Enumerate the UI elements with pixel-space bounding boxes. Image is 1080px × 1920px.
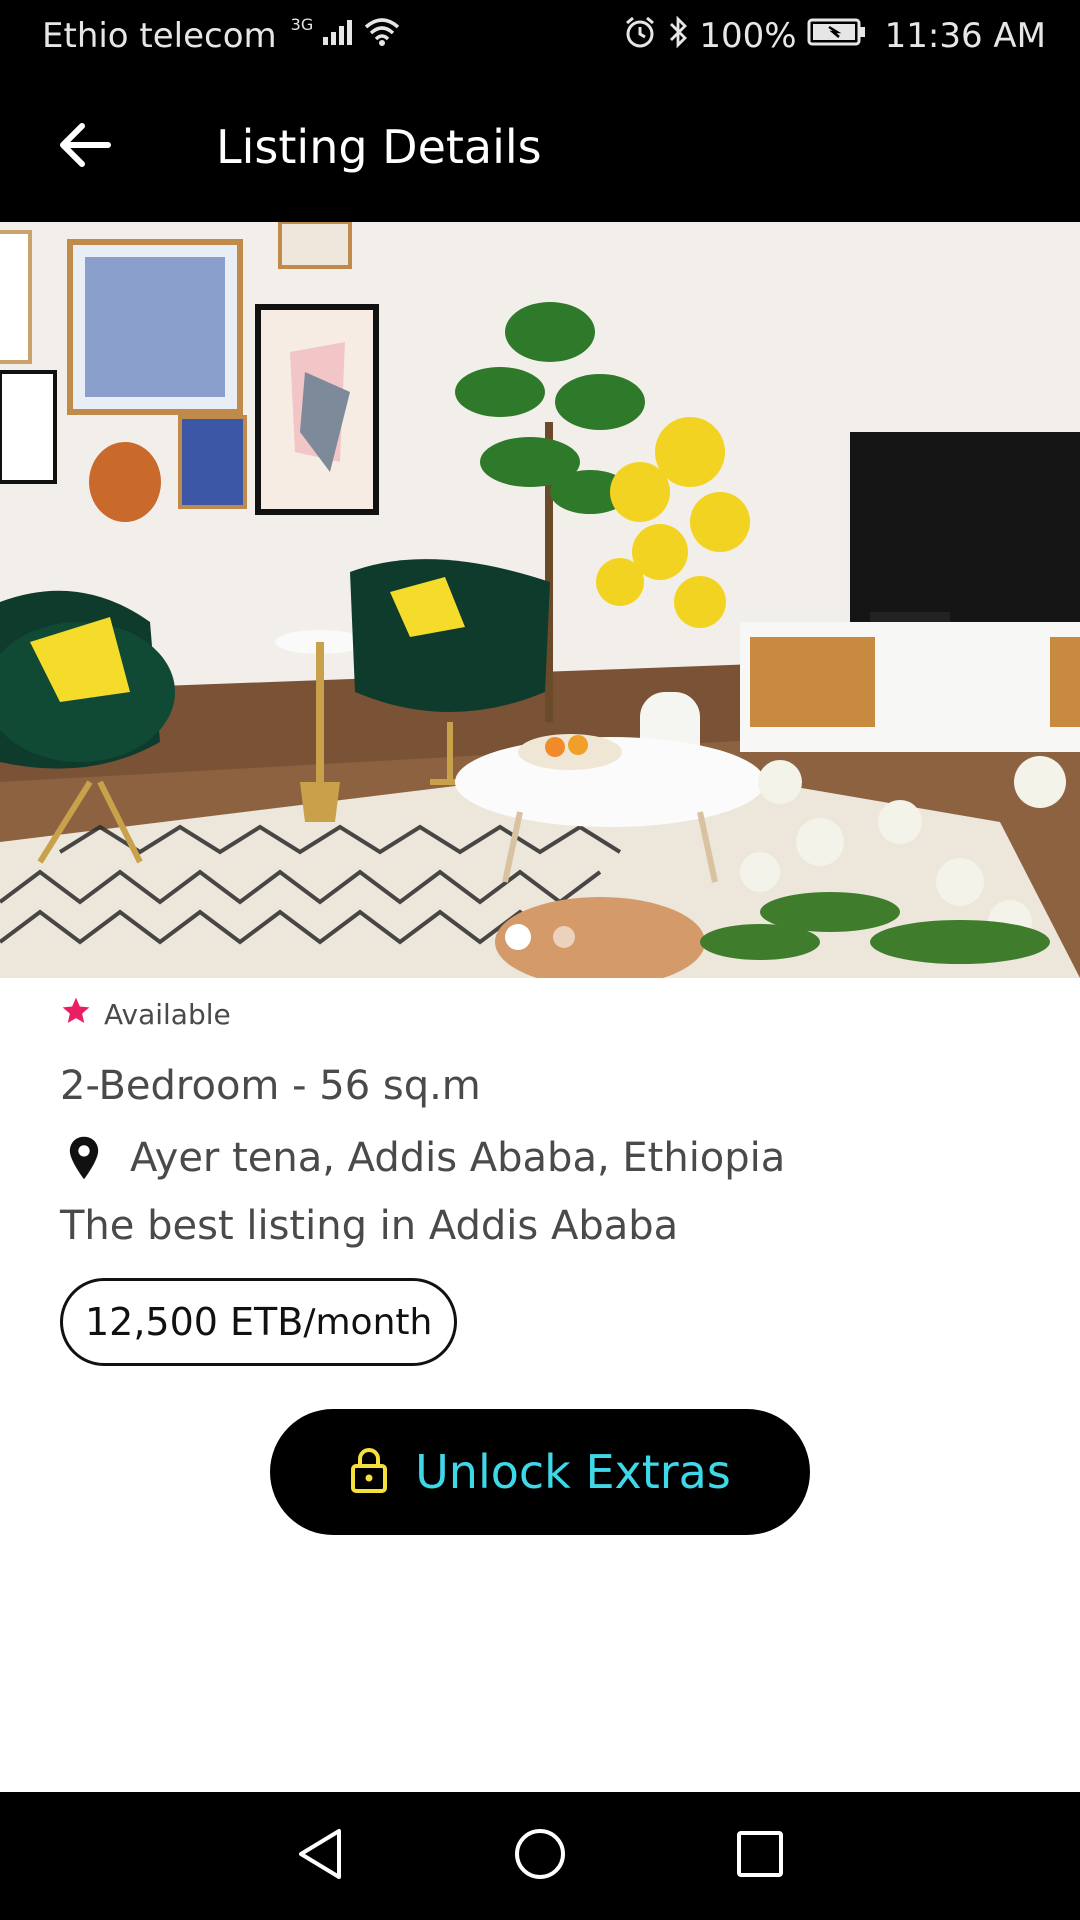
carousel-pager xyxy=(0,924,1080,950)
unlock-extras-label: Unlock Extras xyxy=(415,1445,731,1499)
battery-icon xyxy=(807,16,867,56)
listing-details: Available 2-Bedroom - 56 sq.m Ayer tena,… xyxy=(60,990,1020,1366)
recents-square-icon xyxy=(735,1829,785,1883)
listing-title: 2-Bedroom - 56 sq.m xyxy=(60,1063,481,1109)
price-period: /month xyxy=(303,1301,433,1343)
battery-percent: 100% xyxy=(699,16,797,56)
availability-status: Available xyxy=(104,997,231,1031)
star-icon xyxy=(60,995,92,1034)
nav-back-button[interactable] xyxy=(270,1806,370,1906)
page-title: Listing Details xyxy=(216,120,542,174)
system-nav-bar xyxy=(0,1792,1080,1920)
listing-tagline: The best listing in Addis Ababa xyxy=(60,1203,679,1249)
nav-home-button[interactable] xyxy=(490,1806,590,1906)
lock-icon xyxy=(349,1446,389,1498)
price-amount: 12,500 ETB xyxy=(85,1300,304,1344)
network-type: 3G xyxy=(290,14,314,34)
price-badge: 12,500 ETB/month xyxy=(60,1278,458,1366)
nav-recents-button[interactable] xyxy=(710,1806,810,1906)
wifi-icon xyxy=(363,16,401,56)
listing-location: Ayer tena, Addis Ababa, Ethiopia xyxy=(130,1135,786,1181)
clock: 11:36 AM xyxy=(884,16,1046,56)
status-bar: Ethio telecom 3G 100% 11:36 AM xyxy=(0,0,1080,72)
bluetooth-icon xyxy=(667,15,689,58)
status-right: 100% 11:36 AM xyxy=(623,15,1046,58)
back-button[interactable] xyxy=(35,97,135,197)
location-row: Ayer tena, Addis Ababa, Ethiopia xyxy=(60,1128,1020,1188)
living-room-photo xyxy=(0,222,1080,978)
status-left: Ethio telecom 3G xyxy=(42,14,401,56)
pager-dot-active[interactable] xyxy=(505,924,531,950)
back-triangle-icon xyxy=(295,1827,345,1885)
arrow-left-icon xyxy=(58,120,112,174)
listing-photo-carousel[interactable] xyxy=(0,222,1080,978)
unlock-extras-button[interactable]: Unlock Extras xyxy=(270,1409,810,1535)
signal-icon xyxy=(321,16,355,56)
alarm-icon xyxy=(623,15,657,58)
app-bar: Listing Details xyxy=(0,72,1080,222)
map-pin-icon xyxy=(64,1135,104,1181)
pager-dot[interactable] xyxy=(553,926,575,948)
carrier-name: Ethio telecom xyxy=(42,16,277,56)
availability-row: Available xyxy=(60,990,1020,1038)
home-circle-icon xyxy=(513,1827,567,1885)
